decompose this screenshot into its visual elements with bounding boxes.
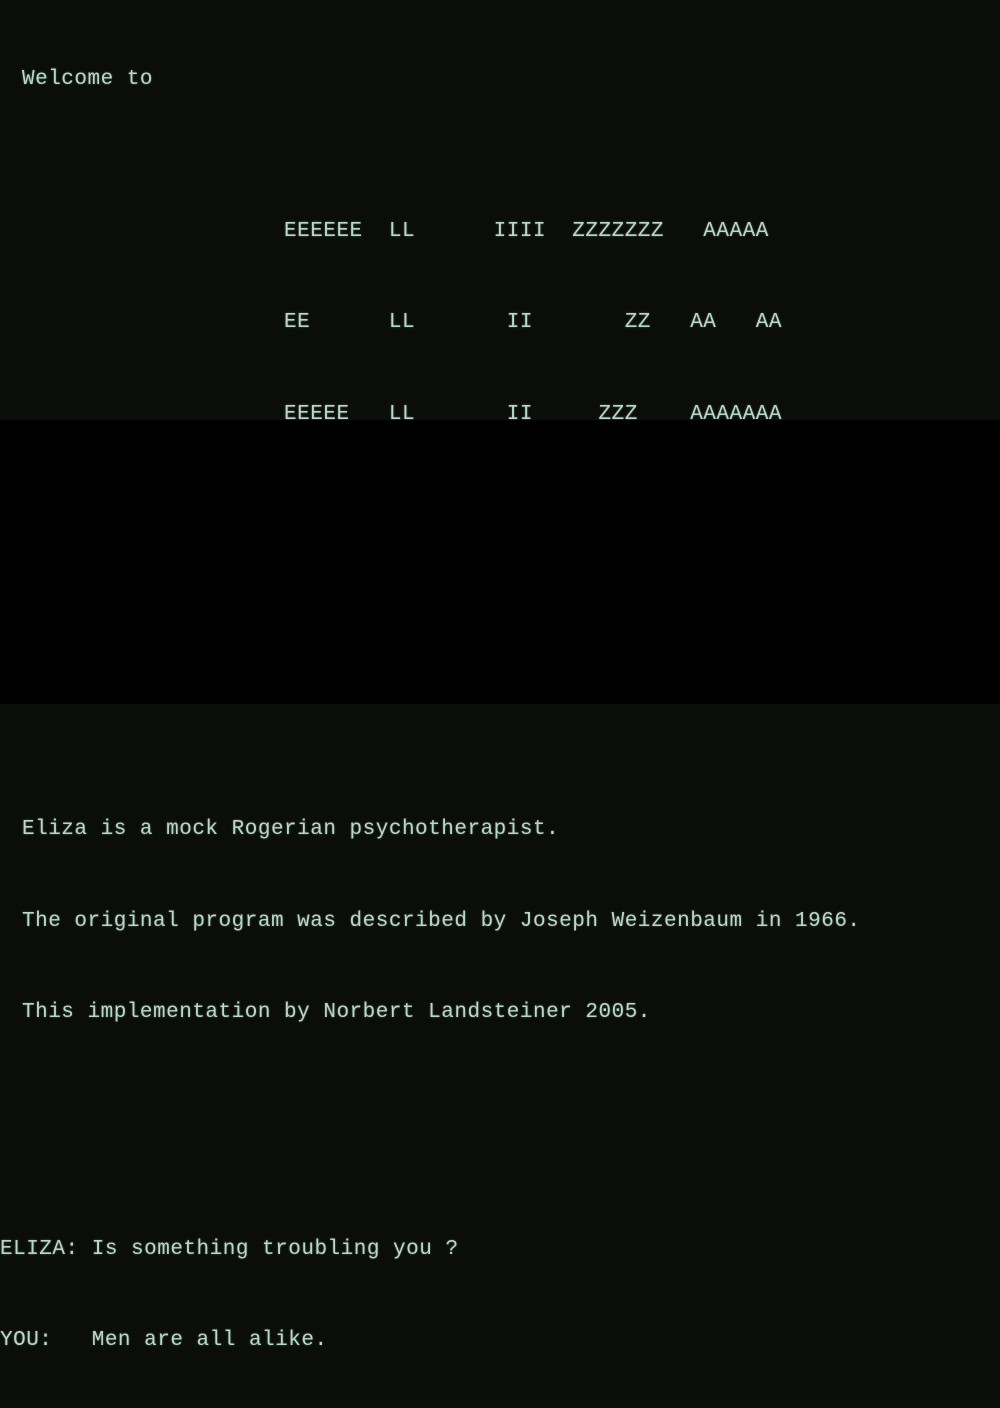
- program-description: Eliza is a mock Rogerian psychotherapist…: [22, 755, 1000, 1090]
- blank-area: [0, 420, 1000, 704]
- conversation-log: ELIZA: Is something troubling you ? YOU:…: [0, 1174, 1000, 1408]
- ascii-line: EE LL II ZZ AA AA: [22, 308, 1000, 338]
- terminal-screen[interactable]: Welcome to EEEEEE LL IIII ZZZZZZZ AAAAA …: [22, 4, 1000, 1408]
- ascii-line: EEEEEE LL IIII ZZZZZZZ AAAAA: [22, 217, 1000, 247]
- description-line: This implementation by Norbert Landstein…: [22, 998, 1000, 1028]
- user-message: YOU: Men are all alike.: [0, 1326, 1000, 1356]
- description-line: Eliza is a mock Rogerian psychotherapist…: [22, 815, 1000, 845]
- description-line: The original program was described by Jo…: [22, 907, 1000, 937]
- eliza-message: ELIZA: Is something troubling you ?: [0, 1235, 1000, 1265]
- welcome-text: Welcome to: [22, 65, 1000, 95]
